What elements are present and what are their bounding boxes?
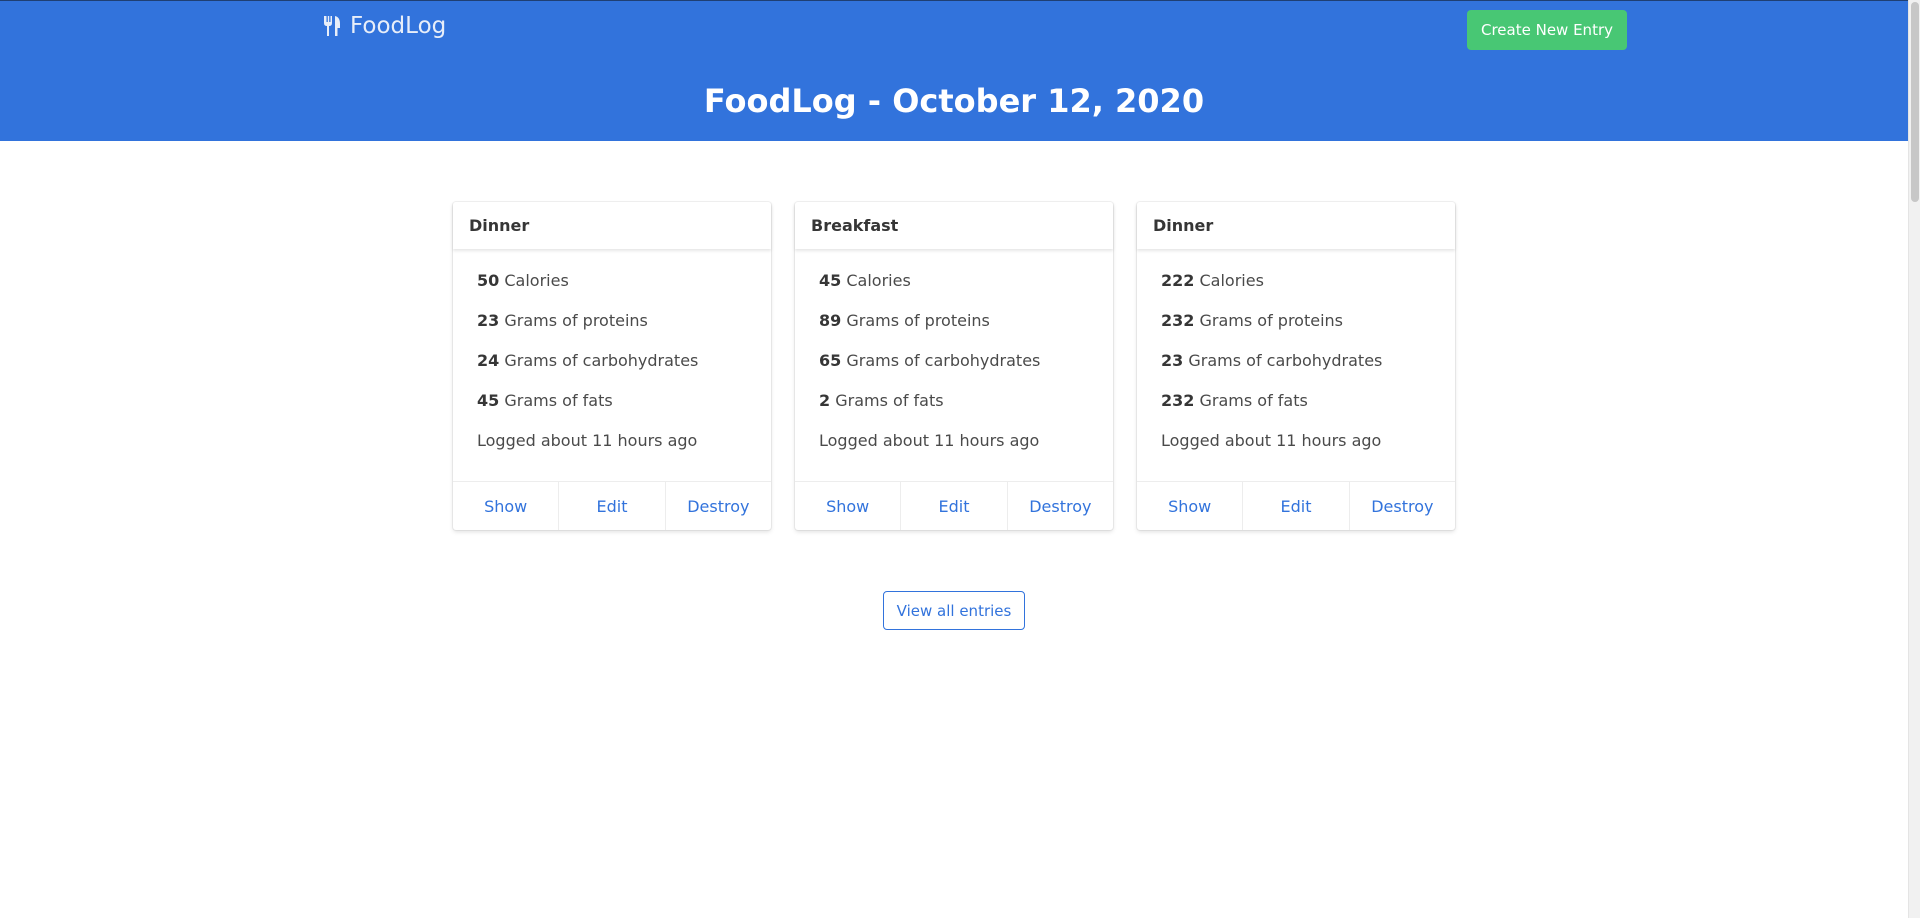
create-new-entry-button[interactable]: Create New Entry xyxy=(1467,10,1627,50)
utensils-icon xyxy=(322,15,342,37)
fats-label: Grams of fats xyxy=(504,391,613,410)
navbar: FoodLog Create New Entry xyxy=(0,1,1908,61)
card-footer: Show Edit Destroy xyxy=(1137,481,1455,530)
calories-label: Calories xyxy=(846,271,911,290)
carbohydrates-stat: 23 Grams of carbohydrates xyxy=(1161,351,1431,391)
fats-value: 232 xyxy=(1161,391,1195,410)
proteins-value: 23 xyxy=(477,311,500,330)
card-content: 45 Calories 89 Grams of proteins 65 Gram… xyxy=(795,249,1113,481)
edit-link[interactable]: Edit xyxy=(901,482,1008,530)
scrollbar[interactable] xyxy=(1908,0,1920,918)
calories-stat: 50 Calories xyxy=(477,271,747,311)
card-footer: Show Edit Destroy xyxy=(795,481,1113,530)
logged-time: Logged about 11 hours ago xyxy=(1161,431,1382,450)
entry-card: Dinner 222 Calories 232 Grams of protein… xyxy=(1137,202,1455,530)
proteins-label: Grams of proteins xyxy=(504,311,648,330)
card-title: Dinner xyxy=(453,202,771,249)
calories-value: 45 xyxy=(819,271,842,290)
fats-stat: 45 Grams of fats xyxy=(477,391,747,431)
proteins-label: Grams of proteins xyxy=(1199,311,1344,330)
card-content: 50 Calories 23 Grams of proteins 24 Gram… xyxy=(453,249,771,481)
destroy-link[interactable]: Destroy xyxy=(1350,482,1455,530)
view-all-entries-button[interactable]: View all entries xyxy=(883,591,1025,630)
carbohydrates-value: 24 xyxy=(477,351,500,370)
edit-link[interactable]: Edit xyxy=(1243,482,1350,530)
fats-stat: 2 Grams of fats xyxy=(819,391,1089,431)
calories-stat: 222 Calories xyxy=(1161,271,1431,311)
carbohydrates-stat: 65 Grams of carbohydrates xyxy=(819,351,1089,391)
carbohydrates-value: 23 xyxy=(1161,351,1184,370)
show-link[interactable]: Show xyxy=(453,482,560,530)
calories-label: Calories xyxy=(1199,271,1264,290)
show-link[interactable]: Show xyxy=(1137,482,1244,530)
proteins-value: 232 xyxy=(1161,311,1195,330)
logged-time: Logged about 11 hours ago xyxy=(819,431,1040,450)
destroy-link[interactable]: Destroy xyxy=(1008,482,1113,530)
calories-value: 50 xyxy=(477,271,500,290)
proteins-stat: 89 Grams of proteins xyxy=(819,311,1089,351)
proteins-stat: 232 Grams of proteins xyxy=(1161,311,1431,351)
carbohydrates-stat: 24 Grams of carbohydrates xyxy=(477,351,747,391)
scrollbar-thumb[interactable] xyxy=(1911,2,1919,202)
fats-label: Grams of fats xyxy=(1199,391,1308,410)
show-link[interactable]: Show xyxy=(795,482,902,530)
fats-stat: 232 Grams of fats xyxy=(1161,391,1431,431)
entry-card: Dinner 50 Calories 23 Grams of proteins … xyxy=(453,202,771,530)
page-title: FoodLog - October 12, 2020 xyxy=(703,82,1205,120)
entry-card: Breakfast 45 Calories 89 Grams of protei… xyxy=(795,202,1113,530)
card-title: Breakfast xyxy=(795,202,1113,249)
fats-label: Grams of fats xyxy=(835,391,944,410)
carbohydrates-value: 65 xyxy=(819,351,842,370)
logged-time: Logged about 11 hours ago xyxy=(477,431,698,450)
page: FoodLog Create New Entry FoodLog - Octob… xyxy=(0,0,1920,918)
proteins-label: Grams of proteins xyxy=(846,311,990,330)
carbohydrates-label: Grams of carbohydrates xyxy=(846,351,1041,370)
proteins-stat: 23 Grams of proteins xyxy=(477,311,747,351)
calories-value: 222 xyxy=(1161,271,1195,290)
carbohydrates-label: Grams of carbohydrates xyxy=(1188,351,1383,370)
fats-value: 45 xyxy=(477,391,500,410)
brand-link[interactable]: FoodLog xyxy=(322,13,446,39)
calories-label: Calories xyxy=(504,271,569,290)
hero-banner: FoodLog Create New Entry FoodLog - Octob… xyxy=(0,0,1908,141)
entry-cards: Dinner 50 Calories 23 Grams of proteins … xyxy=(453,202,1455,530)
card-title: Dinner xyxy=(1137,202,1455,249)
calories-stat: 45 Calories xyxy=(819,271,1089,311)
destroy-link[interactable]: Destroy xyxy=(666,482,771,530)
proteins-value: 89 xyxy=(819,311,842,330)
brand-name: FoodLog xyxy=(350,13,447,39)
card-content: 222 Calories 232 Grams of proteins 23 Gr… xyxy=(1137,249,1455,481)
card-footer: Show Edit Destroy xyxy=(453,481,771,530)
fats-value: 2 xyxy=(819,391,831,410)
edit-link[interactable]: Edit xyxy=(559,482,666,530)
carbohydrates-label: Grams of carbohydrates xyxy=(504,351,699,370)
